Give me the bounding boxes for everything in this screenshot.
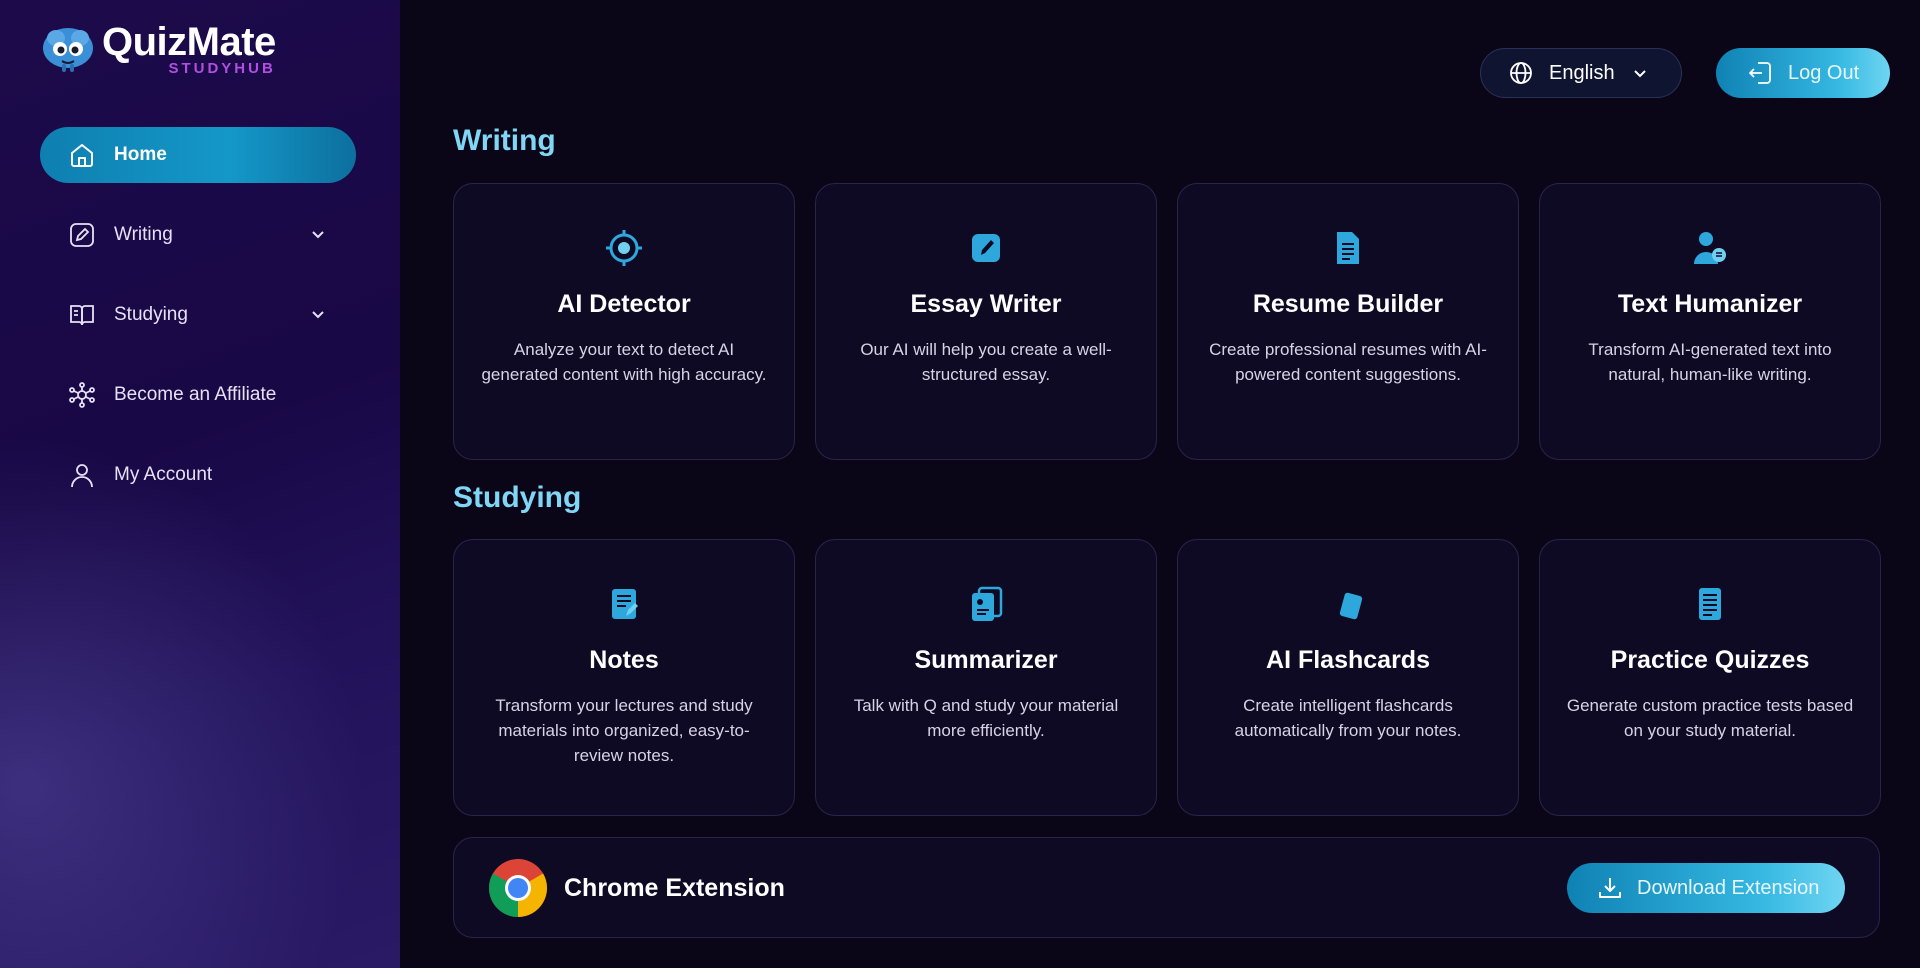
card-title: AI Flashcards bbox=[1266, 646, 1430, 674]
quiz-icon bbox=[1690, 584, 1730, 624]
chevron-down-icon[interactable] bbox=[308, 305, 328, 325]
card-text-humanizer[interactable]: Text Humanizer Transform AI-generated te… bbox=[1539, 183, 1881, 460]
user-icon bbox=[68, 461, 96, 489]
card-essay-writer[interactable]: Essay Writer Our AI will help you create… bbox=[815, 183, 1157, 460]
chevron-down-icon[interactable] bbox=[308, 225, 328, 245]
pen-square-icon bbox=[966, 228, 1006, 268]
writing-cards: AI Detector Analyze your text to detect … bbox=[453, 183, 1881, 460]
sidebar-nav: Home Writing Studying Become an Affiliat… bbox=[40, 127, 356, 527]
card-notes[interactable]: Notes Transform your lectures and study … bbox=[453, 539, 795, 816]
card-description: Analyze your text to detect AI generated… bbox=[481, 340, 767, 384]
card-title: Practice Quizzes bbox=[1610, 646, 1810, 674]
sidebar-item-home[interactable]: Home bbox=[40, 127, 356, 183]
download-icon bbox=[1599, 878, 1621, 898]
studying-section-title: Studying bbox=[453, 481, 582, 514]
logout-button[interactable]: Log Out bbox=[1716, 48, 1890, 98]
card-description: Create professional resumes with AI-powe… bbox=[1209, 340, 1487, 384]
card-summarizer[interactable]: Summarizer Talk with Q and study your ma… bbox=[815, 539, 1157, 816]
document-icon bbox=[1328, 228, 1368, 268]
sidebar-item-label: My Account bbox=[114, 464, 213, 485]
card-description: Transform your lectures and study materi… bbox=[495, 696, 753, 765]
card-description: Talk with Q and study your material more… bbox=[853, 696, 1119, 740]
card-practice-quizzes[interactable]: Practice Quizzes Generate custom practic… bbox=[1539, 539, 1881, 816]
sidebar-item-label: Studying bbox=[114, 304, 188, 325]
language-selector[interactable]: English bbox=[1480, 48, 1682, 98]
chrome-logo-icon bbox=[489, 859, 547, 917]
notes-icon bbox=[604, 584, 644, 624]
card-title: Summarizer bbox=[914, 646, 1058, 674]
card-ai-detector[interactable]: AI Detector Analyze your text to detect … bbox=[453, 183, 795, 460]
chevron-down-icon bbox=[1633, 70, 1646, 78]
extension-title: Chrome Extension bbox=[564, 874, 785, 902]
brain-mascot-icon bbox=[43, 28, 93, 72]
download-extension-label: Download Extension bbox=[1637, 876, 1820, 899]
home-icon bbox=[68, 141, 96, 169]
writing-section-title: Writing bbox=[453, 124, 556, 157]
sidebar-item-account[interactable]: My Account bbox=[40, 447, 356, 503]
language-label: English bbox=[1549, 61, 1615, 84]
pencil-icon bbox=[68, 221, 96, 249]
card-title: Essay Writer bbox=[910, 290, 1062, 318]
sidebar-item-label: Become an Affiliate bbox=[114, 384, 277, 405]
card-ai-flashcards[interactable]: AI Flashcards Create intelligent flashca… bbox=[1177, 539, 1519, 816]
card-title: Notes bbox=[589, 646, 659, 674]
card-description: Create intelligent flashcards automatica… bbox=[1234, 696, 1462, 740]
sidebar: QuizMate STUDYHUB Home Writing Studying bbox=[0, 0, 400, 968]
target-icon bbox=[604, 228, 644, 268]
card-description: Our AI will help you create a well-struc… bbox=[860, 340, 1112, 384]
card-title: Resume Builder bbox=[1252, 290, 1444, 318]
studying-cards: Notes Transform your lectures and study … bbox=[453, 539, 1881, 816]
sidebar-item-label: Writing bbox=[114, 224, 173, 245]
sidebar-item-writing[interactable]: Writing bbox=[40, 207, 356, 263]
sidebar-item-studying[interactable]: Studying bbox=[40, 287, 356, 343]
card-title: AI Detector bbox=[557, 290, 691, 318]
logo[interactable]: QuizMate STUDYHUB bbox=[40, 20, 276, 77]
download-extension-button[interactable]: Download Extension bbox=[1567, 863, 1845, 913]
card-description: Generate custom practice tests based on … bbox=[1566, 696, 1854, 740]
card-title: Text Humanizer bbox=[1617, 290, 1803, 318]
brand-name: QuizMate bbox=[102, 20, 276, 64]
card-resume-builder[interactable]: Resume Builder Create professional resum… bbox=[1177, 183, 1519, 460]
person-chat-icon bbox=[1690, 228, 1730, 268]
logout-label: Log Out bbox=[1788, 61, 1860, 84]
globe-icon bbox=[1510, 62, 1532, 84]
network-icon bbox=[68, 381, 96, 409]
logout-icon bbox=[1749, 62, 1771, 84]
chrome-extension-bar: Chrome Extension Download Extension bbox=[453, 837, 1880, 938]
summary-icon bbox=[966, 584, 1006, 624]
sidebar-item-affiliate[interactable]: Become an Affiliate bbox=[40, 367, 356, 423]
book-icon bbox=[68, 301, 96, 329]
card-description: Transform AI-generated text into natural… bbox=[1588, 340, 1832, 384]
flashcards-icon bbox=[1328, 584, 1368, 624]
sidebar-item-label: Home bbox=[114, 144, 167, 165]
